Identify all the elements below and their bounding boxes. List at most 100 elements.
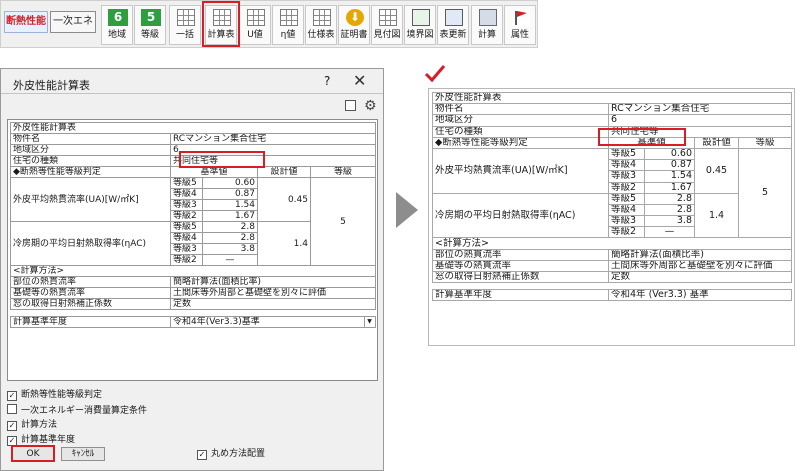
method-foundation-value: 土間床等外周部と基礎壁を別々に評価 [169,287,377,299]
eta-grade3-label: 等級3 [170,243,203,255]
ua-grade3-label: 等級3 [170,199,203,211]
calc-table-dialog: 外皮性能計算表 ? ✕ ⚙ 外皮性能計算表 物件名 RCマンション集合住宅 地域区… [0,68,384,471]
option-rounding-checkbox[interactable]: ✓ [197,450,207,460]
method-foundation-label: 基礎等の熱貫流率 [10,287,171,299]
option-primary-energy-label: 一次エネルギー消費量算定条件 [21,406,148,416]
result-ua-grade3-label: 等級3 [608,170,645,183]
option-calc-method-checkbox[interactable]: ✓ [7,421,17,431]
result-type-value-highlight [598,128,686,146]
result-ua-grade2-value: 1.67 [644,181,695,194]
eta-grade2-value: — [202,254,258,266]
primary-energy-tab[interactable]: 一次エネ [50,11,96,33]
spec-table-grid-icon [313,9,331,26]
ua-grade4-value: 0.87 [202,188,258,200]
option-primary-energy[interactable]: 一次エネルギー消費量算定条件 [7,404,147,416]
option-calc-method-label: 計算方法 [21,420,58,430]
result-eta-label: 冷房期の平均日射熱取得率(ηAC) [432,192,609,239]
attribute-button-label: 属性 [510,30,529,40]
result-title: 外皮性能計算表 [431,91,793,105]
eta-value-button[interactable]: η値 [272,5,304,45]
method-part-label: 部位の熱貫流率 [10,276,171,288]
ua-grade4-label: 等級4 [170,188,203,200]
ua-design-value: 0.45 [257,177,311,222]
ua-label: 外皮平均熱貫流率(UA)[W/㎡K] [10,177,171,222]
insulation-performance-tab[interactable]: 断熱性能 [4,11,48,33]
result-eta-grade5-value: 2.8 [644,192,695,205]
eta-grade4-label: 等級4 [170,232,203,244]
certificate-button[interactable]: ⬇ 証明書 [338,5,370,45]
help-button[interactable]: ? [324,74,330,88]
year-select-value: 令和4年(Ver3.3)基準 [173,317,260,327]
refresh-table-button-label: 表更新 [439,30,467,40]
result-ua-grade3-value: 1.54 [644,170,695,183]
option-grade-judgment-checkbox[interactable]: ✓ [7,391,17,401]
result-property-label: 物件名 [432,103,609,116]
sheet-icon[interactable] [345,100,356,111]
result-ua-design-value: 0.45 [694,147,739,194]
boundary-button[interactable]: 境界図 [404,5,436,45]
batch-button-label: 一括 [175,30,194,40]
boundary-map-icon [412,9,430,26]
type-value-highlight [179,151,265,168]
result-method-window-value: 定数 [607,270,793,284]
batch-button[interactable]: 一括 [169,5,201,45]
result-grade-result: 5 [737,147,793,239]
option-primary-energy-checkbox[interactable] [7,404,17,414]
certificate-button-label: 証明書 [340,30,368,40]
result-method-foundation-label: 基礎等の熱貫流率 [432,259,609,273]
spec-table-button-label: 仕様表 [307,30,335,40]
grade-button-label: 等級 [140,30,159,40]
result-eta-grade4-value: 2.8 [644,203,695,217]
spec-table-button[interactable]: 仕様表 [305,5,337,45]
result-year-label: 計算基準年度 [432,289,609,302]
result-region-value: 6 [607,114,793,127]
year-select[interactable]: 令和4年(Ver3.3)基準 ▼ [169,316,377,328]
u-value-button-label: U値 [247,30,263,40]
ok-button[interactable]: OK [11,445,55,462]
u-value-button[interactable]: U値 [239,5,271,45]
download-icon: ⬇ [346,9,364,26]
ua-grade5-value: 0.60 [202,177,258,189]
calculate-button[interactable]: 計算 [471,5,503,45]
attribute-flag-icon [512,9,530,26]
result-grade-header: ◆断熱等性能等級判定 [432,136,609,149]
option-rounding[interactable]: ✓ 丸め方法配置 [197,448,265,460]
region-label: 地域区分 [10,144,171,156]
method-header: <計算方法> [9,265,377,277]
col-standard: 基準値 [170,166,258,178]
cancel-button[interactable]: ｷｬﾝｾﾙ [61,447,105,461]
result-eta-grade3-value: 3.8 [644,215,695,228]
method-part-value: 簡略計算法(面積比率) [169,276,377,288]
elevation-button[interactable]: 見付図 [371,5,403,45]
check-icon [424,64,446,88]
result-region-label: 地域区分 [432,114,609,127]
result-method-header: <計算方法> [431,237,793,250]
grade-result: 5 [309,177,377,266]
result-eta-grade4-label: 等級4 [608,203,645,217]
calculate-button-label: 計算 [477,30,496,40]
grade-button[interactable]: 5 等級 [134,5,166,45]
grade-number-icon: 5 [141,9,161,26]
result-property-value: RCマンション集合住宅 [607,103,793,116]
option-calc-method[interactable]: ✓ 計算方法 [7,419,57,431]
type-label: 住宅の種類 [10,155,171,167]
arrow-right-icon [396,192,418,228]
ua-grade5-label: 等級5 [170,177,203,189]
attribute-button[interactable]: 属性 [504,5,536,45]
ua-grade2-value: 1.67 [202,210,258,222]
result-eta-grade2-label: 等級2 [608,226,645,239]
year-label: 計算基準年度 [10,316,171,328]
close-icon[interactable]: ✕ [353,71,366,90]
result-ua-grade4-label: 等級4 [608,159,645,172]
eta-label: 冷房期の平均日射熱取得率(ηAC) [10,221,171,266]
refresh-table-button[interactable]: 表更新 [437,5,469,45]
region-button[interactable]: 6 地域 [101,5,133,45]
elevation-drawing-icon [379,9,397,26]
refresh-table-icon [445,9,463,26]
eta-grade3-value: 3.8 [202,243,258,255]
chevron-down-icon[interactable]: ▼ [364,317,374,327]
result-sheet: 外皮性能計算表 物件名 RCマンション集合住宅 地域区分 6 住宅の種類 共同住宅等 … [428,88,795,346]
option-grade-judgment[interactable]: ✓ 断熱等性能等級判定 [7,389,102,401]
gear-icon[interactable]: ⚙ [364,98,377,114]
result-ua-grade5-label: 等級5 [608,147,645,161]
